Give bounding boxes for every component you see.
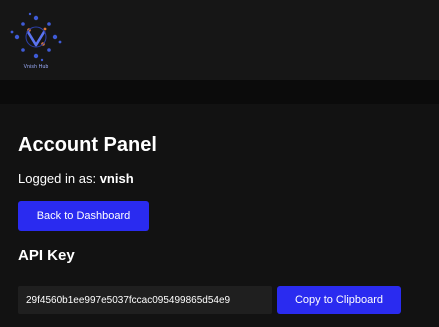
back-to-dashboard-button[interactable]: Back to Dashboard — [18, 201, 149, 231]
nav-bar — [0, 80, 439, 104]
logo-text: Vnish Hub — [23, 64, 49, 70]
top-header: Vnish Hub — [0, 0, 439, 80]
logged-in-status: Logged in as: vnish — [18, 171, 134, 186]
copy-to-clipboard-button[interactable]: Copy to Clipboard — [277, 286, 401, 314]
api-key-field[interactable] — [18, 286, 272, 314]
logo-icon — [10, 12, 62, 62]
page-title: Account Panel — [18, 134, 157, 156]
username: vnish — [99, 171, 134, 186]
logged-in-label: Logged in as: — [18, 171, 100, 186]
api-key-heading: API Key — [18, 247, 75, 264]
logo[interactable]: Vnish Hub — [8, 12, 68, 72]
